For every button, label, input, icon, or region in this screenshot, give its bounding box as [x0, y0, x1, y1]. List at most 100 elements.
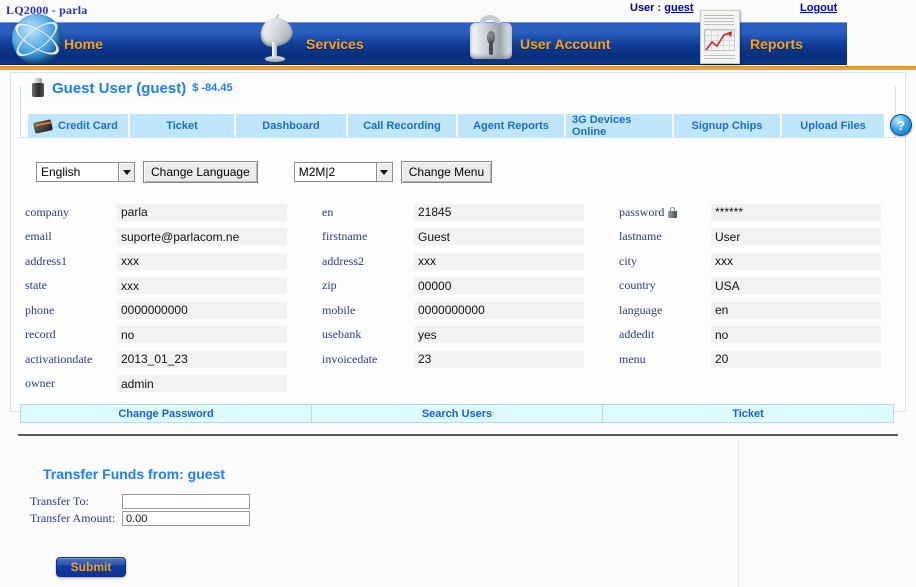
- transfer-amount-input[interactable]: 0.00: [122, 511, 250, 526]
- change-password-button[interactable]: Change Password: [21, 405, 312, 422]
- field-label-mobile: mobile: [322, 302, 356, 317]
- field-value-email[interactable]: suporte@parlacom.ne: [117, 228, 287, 246]
- tab-3g-devices-online-label: 3G Devices Online: [572, 114, 632, 138]
- change-menu-button[interactable]: Change Menu: [400, 161, 493, 183]
- search-users-button[interactable]: Search Users: [312, 405, 603, 422]
- field-label-address2: address2: [322, 253, 364, 268]
- transfer-to-row: Transfer To:: [30, 494, 250, 509]
- field-label-password: password: [606, 205, 711, 220]
- field-label-state: state: [25, 278, 47, 293]
- field-row-language: language en: [606, 298, 903, 323]
- field-value-phone[interactable]: 0000000000: [117, 301, 287, 319]
- tab-credit-card[interactable]: Credit Card: [28, 114, 128, 138]
- field-row-invoicedate: invoicedate 23: [309, 347, 606, 372]
- field-value-language[interactable]: en: [711, 301, 881, 319]
- field-label-menu: menu: [619, 351, 646, 366]
- field-row-record: record no: [12, 323, 309, 348]
- field-value-country[interactable]: USA: [711, 277, 881, 295]
- field-value-usebank[interactable]: yes: [414, 326, 584, 344]
- current-user-block: User : guest: [630, 2, 694, 14]
- field-label-email: email: [25, 229, 52, 244]
- nav-item-home[interactable]: Home: [6, 13, 103, 65]
- logout-link[interactable]: Logout: [800, 2, 837, 14]
- field-value-owner[interactable]: admin: [117, 375, 287, 393]
- nav-item-reports[interactable]: Reports: [692, 9, 803, 65]
- field-row-state: state xxx: [12, 274, 309, 299]
- field-value-addedit[interactable]: no: [711, 326, 881, 344]
- change-language-button[interactable]: Change Language: [143, 161, 258, 183]
- transfer-to-label: Transfer To:: [30, 494, 89, 508]
- field-value-mobile[interactable]: 0000000000: [414, 301, 584, 319]
- tab-3g-devices-online[interactable]: 3G Devices Online: [566, 114, 672, 138]
- field-value-menu[interactable]: 20: [711, 350, 881, 368]
- ticket-button[interactable]: Ticket: [603, 405, 893, 422]
- field-row-activationdate: activationdate 2013_01_23: [12, 347, 309, 372]
- field-label-lastname: lastname: [619, 229, 662, 244]
- submit-button[interactable]: Submit: [56, 557, 126, 577]
- field-value-en[interactable]: 21845: [414, 203, 584, 221]
- nav-item-user-account-label: User Account: [520, 35, 611, 52]
- usb-device-icon: [30, 78, 46, 98]
- field-value-activationdate[interactable]: 2013_01_23: [117, 350, 287, 368]
- account-balance: $ -84.45: [192, 82, 233, 94]
- field-value-city[interactable]: xxx: [711, 252, 881, 270]
- nav-orange-divider: [0, 66, 916, 70]
- field-value-state[interactable]: xxx: [117, 277, 287, 295]
- satellite-dish-icon: [248, 13, 302, 70]
- field-value-zip[interactable]: 00000: [414, 277, 584, 295]
- help-question-mark-icon[interactable]: ?: [890, 114, 912, 136]
- tab-call-recording[interactable]: Call Recording: [348, 114, 456, 138]
- language-select[interactable]: English: [36, 162, 118, 182]
- field-value-invoicedate[interactable]: 23: [414, 350, 584, 368]
- nav-item-user-account[interactable]: User Account: [462, 14, 611, 65]
- field-row-usebank: usebank yes: [309, 323, 606, 348]
- field-value-password[interactable]: ******: [711, 203, 881, 221]
- field-label-firstname: firstname: [322, 229, 368, 244]
- field-row-city: city xxx: [606, 249, 903, 274]
- transfer-funds-section: Transfer Funds from: guest Transfer To: …: [12, 440, 739, 587]
- menu-select-chevron-down-icon[interactable]: [375, 162, 393, 182]
- field-row-address2: address2 xxx: [309, 249, 606, 274]
- tab-ticket[interactable]: Ticket: [130, 114, 234, 138]
- field-value-company[interactable]: parla: [117, 203, 287, 221]
- account-title: Guest User (guest): [52, 79, 187, 97]
- tab-upload-files[interactable]: Upload Files: [782, 114, 884, 138]
- field-label-company: company: [25, 204, 69, 219]
- transfer-funds-title: Transfer Funds from: guest: [43, 466, 226, 482]
- tab-upload-files-label: Upload Files: [800, 120, 866, 132]
- account-tab-bar: Credit Card Ticket Dashboard Call Record…: [28, 114, 912, 138]
- field-value-address1[interactable]: xxx: [117, 252, 287, 270]
- tab-dashboard-label: Dashboard: [262, 120, 320, 132]
- field-value-firstname[interactable]: Guest: [414, 228, 584, 246]
- field-value-lastname[interactable]: User: [711, 228, 881, 246]
- language-select-chevron-down-icon[interactable]: [118, 162, 135, 182]
- field-label-zip: zip: [322, 278, 337, 293]
- field-label-owner: owner: [25, 376, 55, 391]
- field-row-menu: menu 20: [606, 347, 903, 372]
- nav-item-reports-label: Reports: [750, 35, 803, 52]
- field-label-en: en: [322, 204, 334, 219]
- tab-agent-reports[interactable]: Agent Reports: [458, 114, 564, 138]
- form-column-2: en 21845 firstname Guest address2 xxx zi…: [309, 200, 606, 396]
- field-row-mobile: mobile 0000000000: [309, 298, 606, 323]
- transfer-to-input[interactable]: [122, 494, 250, 509]
- field-value-record[interactable]: no: [117, 326, 287, 344]
- user-name-link[interactable]: guest: [664, 2, 693, 14]
- transfer-amount-row: Transfer Amount: 0.00: [30, 511, 250, 526]
- nav-item-services[interactable]: Services: [248, 13, 364, 65]
- field-label-city: city: [619, 253, 637, 268]
- field-label-language: language: [619, 302, 663, 317]
- user-action-bar: Change Password Search Users Ticket: [20, 404, 894, 423]
- tab-agent-reports-label: Agent Reports: [473, 120, 549, 132]
- tab-signup-chips[interactable]: Signup Chips: [674, 114, 780, 138]
- menu-select[interactable]: M2M|2: [293, 162, 376, 182]
- section-divider: [18, 434, 898, 436]
- tab-dashboard[interactable]: Dashboard: [236, 114, 346, 138]
- nav-item-home-label: Home: [64, 35, 103, 52]
- field-row-en: en 21845: [309, 200, 606, 225]
- field-value-address2[interactable]: xxx: [414, 252, 584, 270]
- field-row-owner: owner admin: [12, 372, 309, 397]
- globe-icon: [6, 13, 64, 70]
- field-label-country: country: [619, 278, 656, 293]
- account-legend: Guest User (guest) $ -84.45: [24, 78, 239, 98]
